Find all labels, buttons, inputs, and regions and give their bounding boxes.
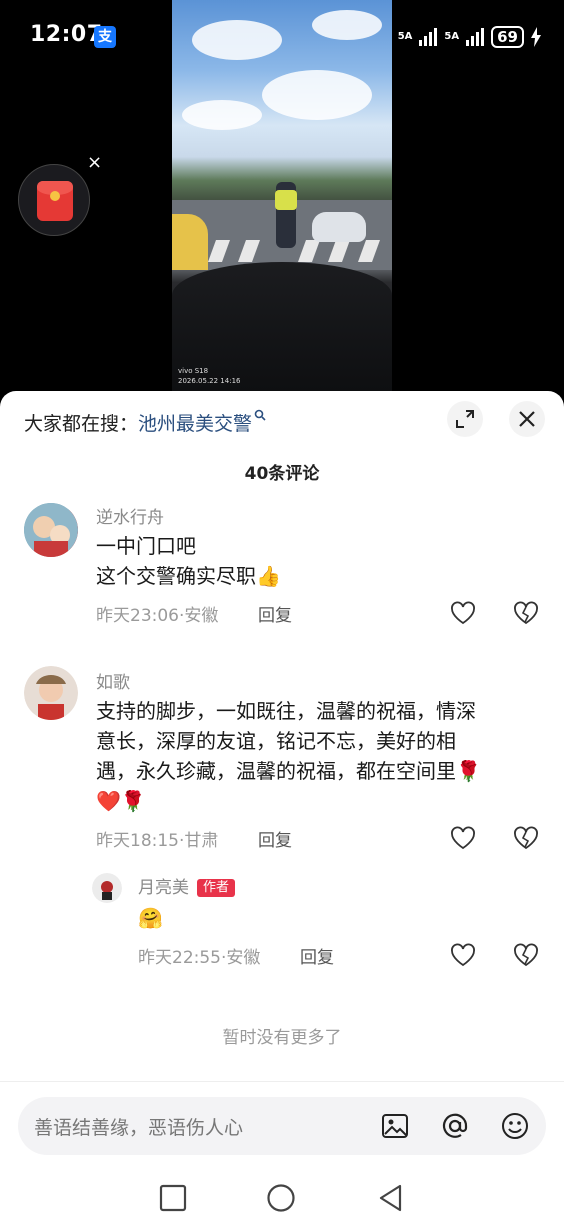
battery-level: 69	[491, 26, 524, 48]
dislike-broken-heart-icon[interactable]	[513, 601, 539, 625]
comment-text: 支持的脚步，一如既往，温馨的祝福，情深 意长，深厚的友谊，铭记不忘，美好的相 遇…	[96, 699, 481, 813]
comment-sheet: 大家都在搜： 池州最美交警 40条评论 逆水行舟 一中门口吧 这个交警确实尽职👍…	[0, 391, 564, 1222]
divider	[0, 1081, 564, 1082]
comment-username[interactable]: 逆水行舟	[96, 503, 164, 528]
like-heart-icon[interactable]	[450, 943, 476, 967]
home-circle-icon[interactable]	[266, 1183, 296, 1213]
no-more-text: 暂时没有更多了	[222, 1028, 342, 1048]
charging-icon	[531, 27, 541, 47]
comment-count: 40条评论	[244, 464, 320, 484]
system-nav-bar	[0, 1167, 564, 1222]
signal-icon	[419, 28, 438, 46]
reply-button[interactable]: 回复	[258, 826, 292, 851]
avatar[interactable]	[24, 503, 78, 557]
clock: 12:07	[30, 22, 103, 47]
mention-icon[interactable]	[440, 1111, 470, 1141]
scooter	[312, 212, 366, 242]
reply-button[interactable]: 回复	[258, 601, 292, 626]
trending-search[interactable]: 大家都在搜： 池州最美交警	[24, 409, 266, 436]
comment-time-location: 昨天23:06·安徽	[96, 606, 219, 626]
video-player[interactable]: vivo S18 2026.05.22 14:16	[172, 0, 392, 392]
alipay-icon: 支	[94, 26, 116, 48]
reply-item: 月亮美 作者 🤗 昨天22:55·安徽 回复	[0, 871, 564, 971]
expand-button[interactable]	[447, 401, 483, 437]
emoji-icon[interactable]	[500, 1111, 530, 1141]
comment-item: 如歌 支持的脚步，一如既往，温馨的祝福，情深 意长，深厚的友谊，铭记不忘，美好的…	[0, 666, 564, 856]
comment-input-placeholder: 善语结善缘，恶语伤人心	[34, 1117, 244, 1139]
signal-icon-2	[466, 28, 485, 46]
comment-username[interactable]: 如歌	[96, 668, 130, 693]
comment-input[interactable]: 善语结善缘，恶语伤人心	[18, 1097, 546, 1155]
back-triangle-icon[interactable]	[376, 1183, 406, 1213]
video-watermark: vivo S18 2026.05.22 14:16	[178, 367, 241, 385]
image-icon[interactable]	[380, 1111, 410, 1141]
dislike-broken-heart-icon[interactable]	[513, 943, 539, 967]
red-packet-button[interactable]	[18, 164, 90, 236]
author-badge: 作者	[197, 879, 236, 897]
comment-text: 一中门口吧 这个交警确实尽职👍	[96, 534, 281, 588]
expand-icon	[456, 410, 474, 428]
search-prefix: 大家都在搜：	[24, 413, 139, 435]
close-button[interactable]	[509, 401, 545, 437]
network-type-3: 5A	[444, 31, 460, 42]
reply-button[interactable]: 回复	[300, 943, 334, 968]
avatar[interactable]	[92, 873, 122, 903]
dislike-broken-heart-icon[interactable]	[513, 826, 539, 850]
network-type-2: 5A	[397, 31, 413, 42]
search-icon	[254, 409, 266, 425]
reply-text: 🤗	[138, 906, 163, 930]
like-heart-icon[interactable]	[450, 601, 476, 625]
comment-time-location: 昨天18:15·甘肃	[96, 831, 219, 851]
reply-username[interactable]: 月亮美 作者	[138, 873, 236, 898]
comment-item: 逆水行舟 一中门口吧 这个交警确实尽职👍 昨天23:06·安徽 回复	[0, 501, 564, 631]
reply-time-location: 昨天22:55·安徽	[138, 948, 261, 968]
red-packet-close-button[interactable]: ×	[87, 152, 102, 173]
recents-square-icon[interactable]	[158, 1183, 188, 1213]
red-envelope-icon	[37, 181, 73, 221]
avatar[interactable]	[24, 666, 78, 720]
like-heart-icon[interactable]	[450, 826, 476, 850]
close-icon	[519, 411, 535, 427]
search-keyword-link[interactable]: 池州最美交警	[138, 409, 252, 436]
